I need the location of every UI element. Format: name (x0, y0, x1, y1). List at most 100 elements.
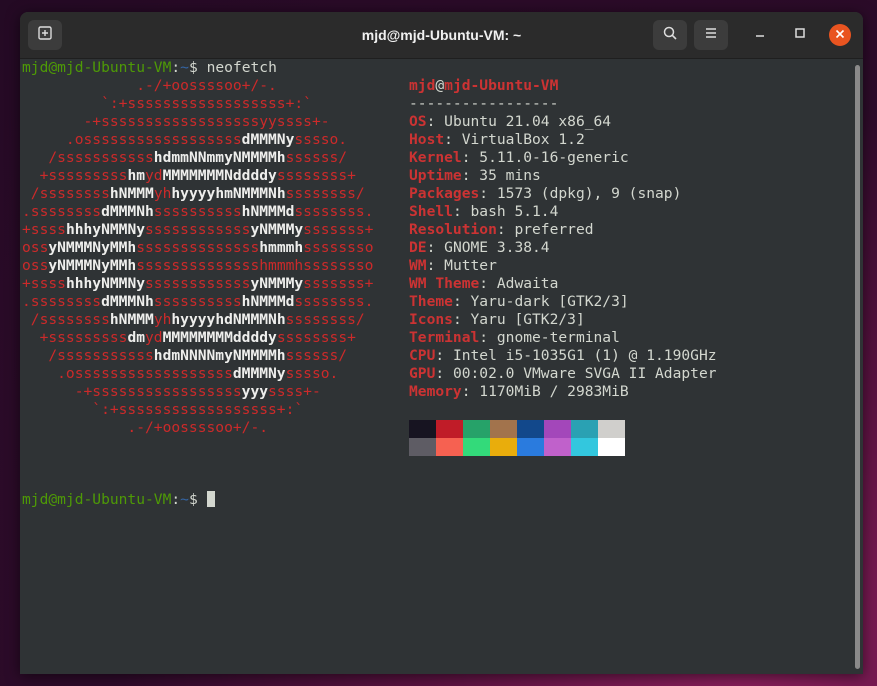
logo-segment: ssssssss/ (285, 185, 365, 202)
logo-segment: ssssssssssssss (136, 239, 260, 256)
logo-segment: -+sssssssssssssssss (22, 383, 242, 400)
logo-segment: ssssss/ (285, 149, 348, 166)
logo-segment: ssssssssss (153, 293, 242, 310)
logo-segment: sssssssssssssshmmmhssssssso (136, 257, 374, 274)
logo-segment: yNMMMy (250, 221, 304, 238)
color-swatch (463, 420, 490, 438)
logo-segment: ssssssss. (294, 293, 374, 310)
close-button[interactable] (829, 24, 851, 46)
logo-segment: ssssssssssss (145, 275, 251, 292)
logo-line: +sssshhhyNMMNyssssssssssssyNMMMysssssss+ (22, 275, 373, 293)
logo-segment: sssssss+ (303, 275, 374, 292)
search-button[interactable] (653, 20, 687, 50)
text-cursor (206, 491, 215, 507)
info-row: Host: VirtualBox 1.2 (409, 131, 585, 148)
info-value: gnome-terminal (496, 329, 620, 346)
color-swatch (436, 438, 463, 456)
logo-segment: oss (22, 239, 49, 256)
info-row: Shell: bash 5.1.4 (409, 203, 559, 220)
info-value: 00:02.0 VMware SVGA II Adapter (452, 365, 717, 382)
info-title: mjd@mjd-Ubuntu-VM (409, 77, 717, 95)
info-row: WM Theme: Adwaita (409, 275, 559, 292)
scrollbar[interactable] (855, 65, 860, 669)
color-swatch (490, 438, 517, 456)
prompt-symbol: $ (188, 59, 198, 76)
logo-segment: sssso. (285, 365, 339, 382)
color-swatch (571, 420, 598, 438)
logo-segment: yyy (241, 383, 269, 400)
info-row: Terminal: gnome-terminal (409, 329, 620, 346)
info-value: 1170MiB / 2983MiB (479, 383, 629, 400)
logo-segment: dMMMNy (241, 131, 295, 148)
maximize-button[interactable] (789, 24, 811, 46)
logo-segment: MMMMMMMNddddy (162, 167, 277, 184)
info-value: 5.11.0-16-generic (479, 149, 629, 166)
logo-segment: .ossssssssssssssssss (22, 131, 242, 148)
system-info: mjd@mjd-Ubuntu-VM ----------------- OS: … (409, 77, 717, 401)
logo-line: .ossssssssssssssssssdMMMNysssso. (22, 365, 373, 383)
logo-line: /ssssssssssshdmmNNmmyNMMMMhssssss/ (22, 149, 373, 167)
ubuntu-ascii-logo: .-/+oossssoo+/-. `:+ssssssssssssssssss+:… (22, 77, 373, 437)
logo-segment: hNMMM (109, 185, 154, 202)
color-swatch (490, 420, 517, 438)
terminal-output[interactable]: mjd@mjd-Ubuntu-VM:~$ neofetch .-/+oossss… (20, 59, 863, 674)
info-row: CPU: Intel i5-1035G1 (1) @ 1.190GHz (409, 347, 717, 364)
info-key: Icons (409, 311, 453, 328)
logo-segment: .-/+oossssoo+/-. (22, 77, 277, 94)
logo-line: `:+ssssssssssssssssss+:` (22, 95, 373, 113)
search-icon (662, 25, 678, 46)
prompt-separator: : (171, 491, 181, 508)
info-row: GPU: 00:02.0 VMware SVGA II Adapter (409, 365, 717, 382)
menu-button[interactable] (694, 20, 728, 50)
info-user: mjd (409, 77, 436, 94)
info-key: Kernel (409, 149, 462, 166)
minimize-button[interactable] (749, 24, 771, 46)
info-value: Ubuntu 21.04 x86_64 (444, 113, 612, 130)
logo-line: +sssshhhyNMMNyssssssssssssyNMMMysssssss+ (22, 221, 373, 239)
info-row: Resolution: preferred (409, 221, 594, 238)
logo-line: -+sssssssssssssssssyyyssss+- (22, 383, 373, 401)
info-divider: ----------------- (409, 95, 559, 112)
color-swatch (436, 420, 463, 438)
logo-segment: yd (145, 167, 163, 184)
info-value: Mutter (444, 257, 497, 274)
info-key: WM (409, 257, 427, 274)
info-key: Theme (409, 293, 453, 310)
prompt-symbol: $ (188, 491, 198, 508)
logo-segment: .-/+oossssoo+/-. (22, 419, 269, 436)
info-key: Uptime (409, 167, 462, 184)
logo-segment: hNMMMd (241, 293, 295, 310)
logo-segment: oss (22, 257, 49, 274)
logo-line: .-/+oossssoo+/-. (22, 419, 373, 437)
logo-segment: /sssssssssss (22, 149, 154, 166)
logo-segment: .ossssssssssssssssss (22, 365, 233, 382)
logo-segment: hNMMMd (241, 203, 295, 220)
new-tab-button[interactable] (28, 20, 62, 50)
info-row: Memory: 1170MiB / 2983MiB (409, 383, 629, 400)
logo-line: -+ssssssssssssssssssyyssss+- (22, 113, 373, 131)
logo-segment: +sssssssss (22, 167, 128, 184)
logo-segment: ssssssss. (294, 203, 374, 220)
palette-normal-row (409, 420, 625, 438)
info-row: Uptime: 35 mins (409, 167, 541, 184)
info-value: 1573 (dpkg), 9 (snap) (496, 185, 682, 202)
info-key: Terminal (409, 329, 480, 346)
color-swatch (517, 438, 544, 456)
info-key: Memory (409, 383, 462, 400)
logo-segment: /sssssssssss (22, 347, 154, 364)
command-prompt-line: mjd@mjd-Ubuntu-VM:~$ neofetch (22, 59, 277, 77)
color-swatch (409, 420, 436, 438)
color-swatch (571, 438, 598, 456)
logo-segment: dMMMNh (101, 203, 154, 220)
logo-segment: +ssss (22, 221, 66, 238)
logo-segment: .ssssssss (22, 203, 102, 220)
prompt-command: neofetch (206, 59, 277, 76)
logo-segment: +sssssssss (22, 329, 128, 346)
info-key: DE (409, 239, 427, 256)
info-row: Theme: Yaru-dark [GTK2/3] (409, 293, 629, 310)
logo-segment: hNMMM (109, 311, 154, 328)
logo-segment: sssso. (294, 131, 348, 148)
logo-segment: hmmmh (259, 239, 304, 256)
info-row: DE: GNOME 3.38.4 (409, 239, 550, 256)
logo-segment: dMMMNy (232, 365, 286, 382)
